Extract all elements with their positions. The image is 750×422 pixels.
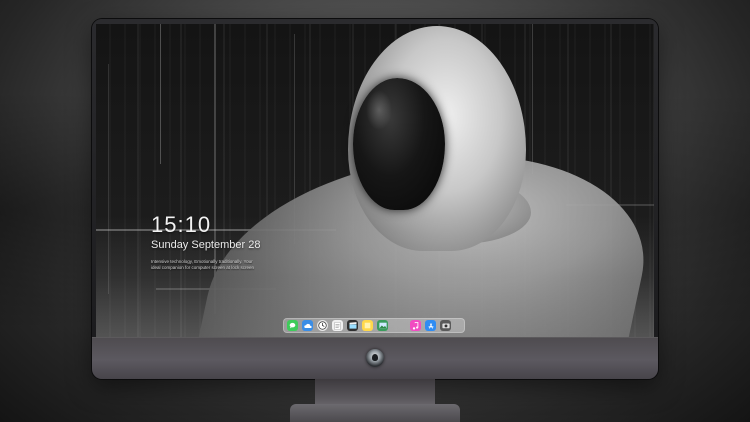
lock-screen-time: 15:10 <box>151 212 212 237</box>
messages-icon[interactable] <box>287 320 298 331</box>
sticky-note-icon[interactable] <box>362 320 373 331</box>
wallpaper-mask-shine <box>366 90 392 130</box>
photos-icon[interactable] <box>377 320 388 331</box>
clock-icon[interactable] <box>317 320 328 331</box>
app-store-icon[interactable] <box>425 320 436 331</box>
dock <box>283 318 465 333</box>
monitor-logo-icon <box>366 349 384 367</box>
monitor-stand-base <box>290 404 460 422</box>
wallpaper-streak <box>160 24 161 164</box>
music-icon[interactable] <box>410 320 421 331</box>
clapper-icon[interactable] <box>347 320 358 331</box>
wallpaper-figure-mask <box>353 78 445 210</box>
monitor-stand-neck <box>315 379 435 407</box>
lock-screen-date: Sunday September 28 <box>151 239 261 251</box>
cloud-icon[interactable] <box>302 320 313 331</box>
desktop-screen: 15:10 Sunday September 28 Intensive tech… <box>96 24 654 337</box>
notes-icon[interactable] <box>332 320 343 331</box>
wallpaper-streak <box>532 24 533 174</box>
camera-icon[interactable] <box>440 320 451 331</box>
lock-screen-spotlight-text[interactable]: Intensive technology, Emotionally tradit… <box>151 259 263 271</box>
